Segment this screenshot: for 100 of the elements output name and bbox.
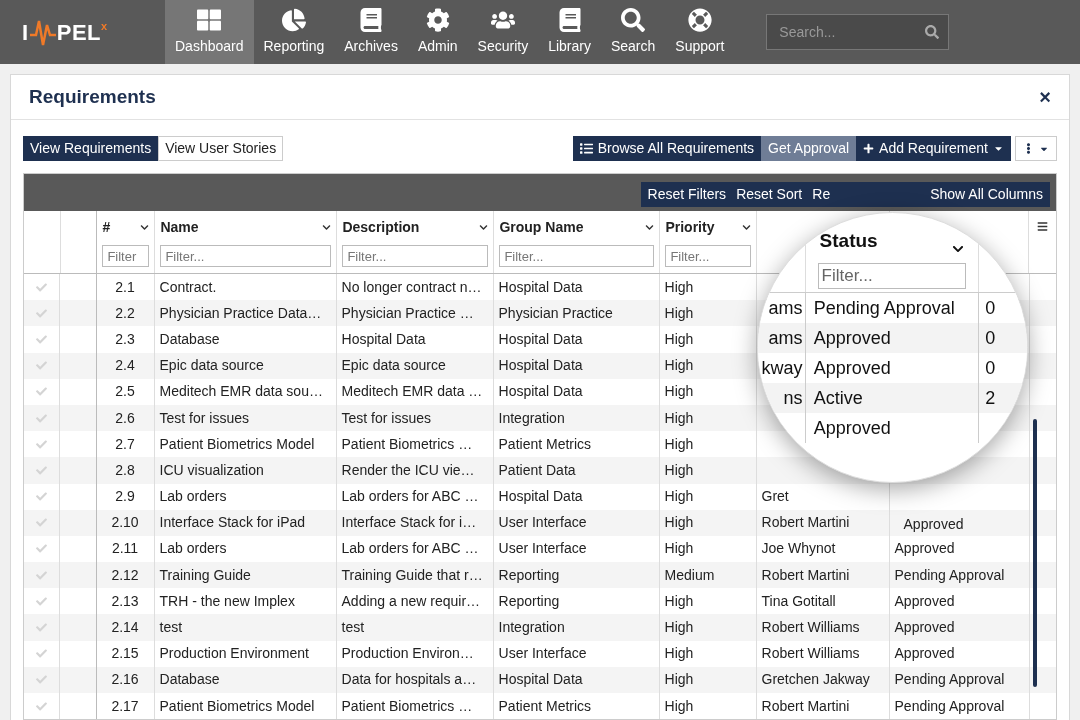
- table-cell-text: ams: [768, 296, 803, 320]
- check-icon[interactable]: [36, 412, 48, 424]
- approval-button[interactable]: Get Approval: [761, 136, 857, 161]
- table-cell-text: Hospital Data: [498, 487, 583, 507]
- table-cell-text: Contract.: [159, 277, 217, 297]
- nav-tab[interactable]: Search: [600, 0, 666, 64]
- view-toggle-button[interactable]: View User Stories: [158, 136, 284, 161]
- check-icon[interactable]: [36, 281, 48, 293]
- table-cell-text: User Interface: [498, 644, 587, 664]
- table-cell-text: High: [664, 277, 694, 297]
- check-icon[interactable]: [36, 464, 48, 476]
- menu-icon[interactable]: [1037, 221, 1049, 232]
- panel-title: Requirements: [29, 84, 156, 109]
- table-cell-text: Lab orders: [159, 539, 227, 559]
- check-icon[interactable]: [36, 307, 48, 319]
- table-cell-text: High: [664, 382, 694, 402]
- table-cell-text: User Interface: [498, 539, 587, 559]
- table-cell-text: test: [341, 618, 365, 638]
- check-icon[interactable]: [36, 438, 48, 450]
- filter-field[interactable]: Filter...: [665, 245, 752, 267]
- scrollbar-thumb[interactable]: [1033, 419, 1037, 687]
- table-cell-text: Pending Approval: [894, 565, 1005, 585]
- check-icon[interactable]: [36, 386, 48, 398]
- table-cell-text: Production Environ…: [341, 644, 474, 664]
- table-cell-text: Epic data source: [159, 356, 264, 376]
- toolbar-button[interactable]: Show All Columns: [925, 184, 1048, 205]
- column-header[interactable]: #: [102, 217, 111, 238]
- add-dropdown-button[interactable]: Add Requirement: [856, 136, 1011, 161]
- table-cell-text: Test for issues: [159, 408, 249, 428]
- check-icon[interactable]: [36, 648, 48, 660]
- table-cell-text: 2.13: [111, 591, 139, 611]
- table-cell-text: Gret: [761, 487, 789, 507]
- view-toggle-button[interactable]: View Requirements: [23, 136, 159, 161]
- table-cell-text: 2.16: [111, 670, 139, 690]
- table-cell-text: Physician Practice …: [341, 303, 474, 323]
- nav-tab[interactable]: Admin: [407, 0, 468, 64]
- table-cell-text: ns: [783, 386, 803, 410]
- search-icon: [621, 7, 646, 32]
- table-cell-text: Hospital Data: [498, 277, 583, 297]
- book-icon: [359, 7, 384, 32]
- check-icon[interactable]: [36, 674, 48, 686]
- browse-button[interactable]: Browse All Requirements: [572, 136, 762, 161]
- nav-tab[interactable]: Security: [467, 0, 539, 64]
- toolbar-button[interactable]: Re: [807, 184, 836, 205]
- column-header[interactable]: Status: [819, 226, 878, 255]
- table-cell-text: 2.9: [115, 487, 135, 507]
- filter-field[interactable]: Filter...: [160, 245, 332, 267]
- table-cell-text: Medium: [664, 565, 715, 585]
- close-button[interactable]: ×: [1039, 82, 1051, 112]
- table-cell-text: Physician Practice Data…: [159, 303, 322, 323]
- table-cell-text: Database: [159, 329, 220, 349]
- nav-tab[interactable]: Library: [538, 0, 601, 64]
- nav-tab[interactable]: Dashboard: [165, 0, 254, 64]
- check-icon[interactable]: [36, 360, 48, 372]
- table-cell-text: 2.15: [111, 644, 139, 664]
- table-cell-text: Patient Biometrics Model: [159, 434, 315, 454]
- toolbar-button[interactable]: Reset Sort: [731, 184, 808, 205]
- table-cell-text: Gretchen Jakway: [761, 670, 870, 690]
- table-cell-text: Approved: [813, 416, 891, 440]
- table-cell-text: Reporting: [498, 591, 560, 611]
- table-cell-text: Hospital Data: [498, 382, 583, 402]
- table-cell-text: ICU visualization: [159, 460, 264, 480]
- column-header[interactable]: Description: [342, 217, 420, 238]
- check-icon[interactable]: [36, 491, 48, 503]
- table-cell-text: Robert Williams: [761, 644, 860, 664]
- table-cell-text: Pending Approval: [894, 670, 1005, 690]
- table-cell-text: Pending Approval: [813, 296, 955, 320]
- table-cell-text: Pending Approval: [894, 696, 1005, 716]
- check-icon[interactable]: [36, 700, 48, 712]
- table-cell-text: Approved: [894, 539, 955, 559]
- filter-field[interactable]: Filter...: [817, 262, 967, 289]
- column-header[interactable]: Group Name: [499, 217, 584, 238]
- table-cell-text: Hospital Data: [341, 329, 426, 349]
- nav-tab[interactable]: Support: [665, 0, 735, 64]
- table-cell-text: Integration: [498, 408, 565, 428]
- check-icon[interactable]: [36, 622, 48, 634]
- column-header[interactable]: Priority: [665, 217, 715, 238]
- check-icon[interactable]: [36, 595, 48, 607]
- check-icon[interactable]: [36, 333, 48, 345]
- filter-field[interactable]: Filter: [102, 245, 150, 267]
- filter-field[interactable]: Filter...: [342, 245, 489, 267]
- table-cell-text: Robert Martini: [761, 513, 850, 533]
- table-cell-text: Adding a new requir…: [341, 591, 481, 611]
- check-icon[interactable]: [36, 517, 48, 529]
- check-icon[interactable]: [36, 543, 48, 555]
- table-cell-text: Active: [813, 386, 863, 410]
- table-cell-text: Meditech EMR data sou…: [159, 382, 323, 402]
- nav-tab[interactable]: Archives: [334, 0, 408, 64]
- table-cell-text: 2.17: [111, 696, 139, 716]
- table-cell-text: Patient Biometrics …: [341, 434, 473, 454]
- filter-field[interactable]: Filter...: [499, 245, 655, 267]
- check-icon[interactable]: [36, 569, 48, 581]
- table-cell-text: High: [664, 460, 694, 480]
- table-cell-text: Patient Data: [498, 460, 576, 480]
- table-cell-text: 2.14: [111, 618, 139, 638]
- table-cell-text: High: [664, 408, 694, 428]
- toolbar-button[interactable]: Reset Filters: [642, 184, 732, 205]
- column-header[interactable]: Name: [160, 217, 199, 238]
- more-dropdown-button[interactable]: [1015, 136, 1057, 161]
- nav-tab[interactable]: Reporting: [253, 0, 335, 64]
